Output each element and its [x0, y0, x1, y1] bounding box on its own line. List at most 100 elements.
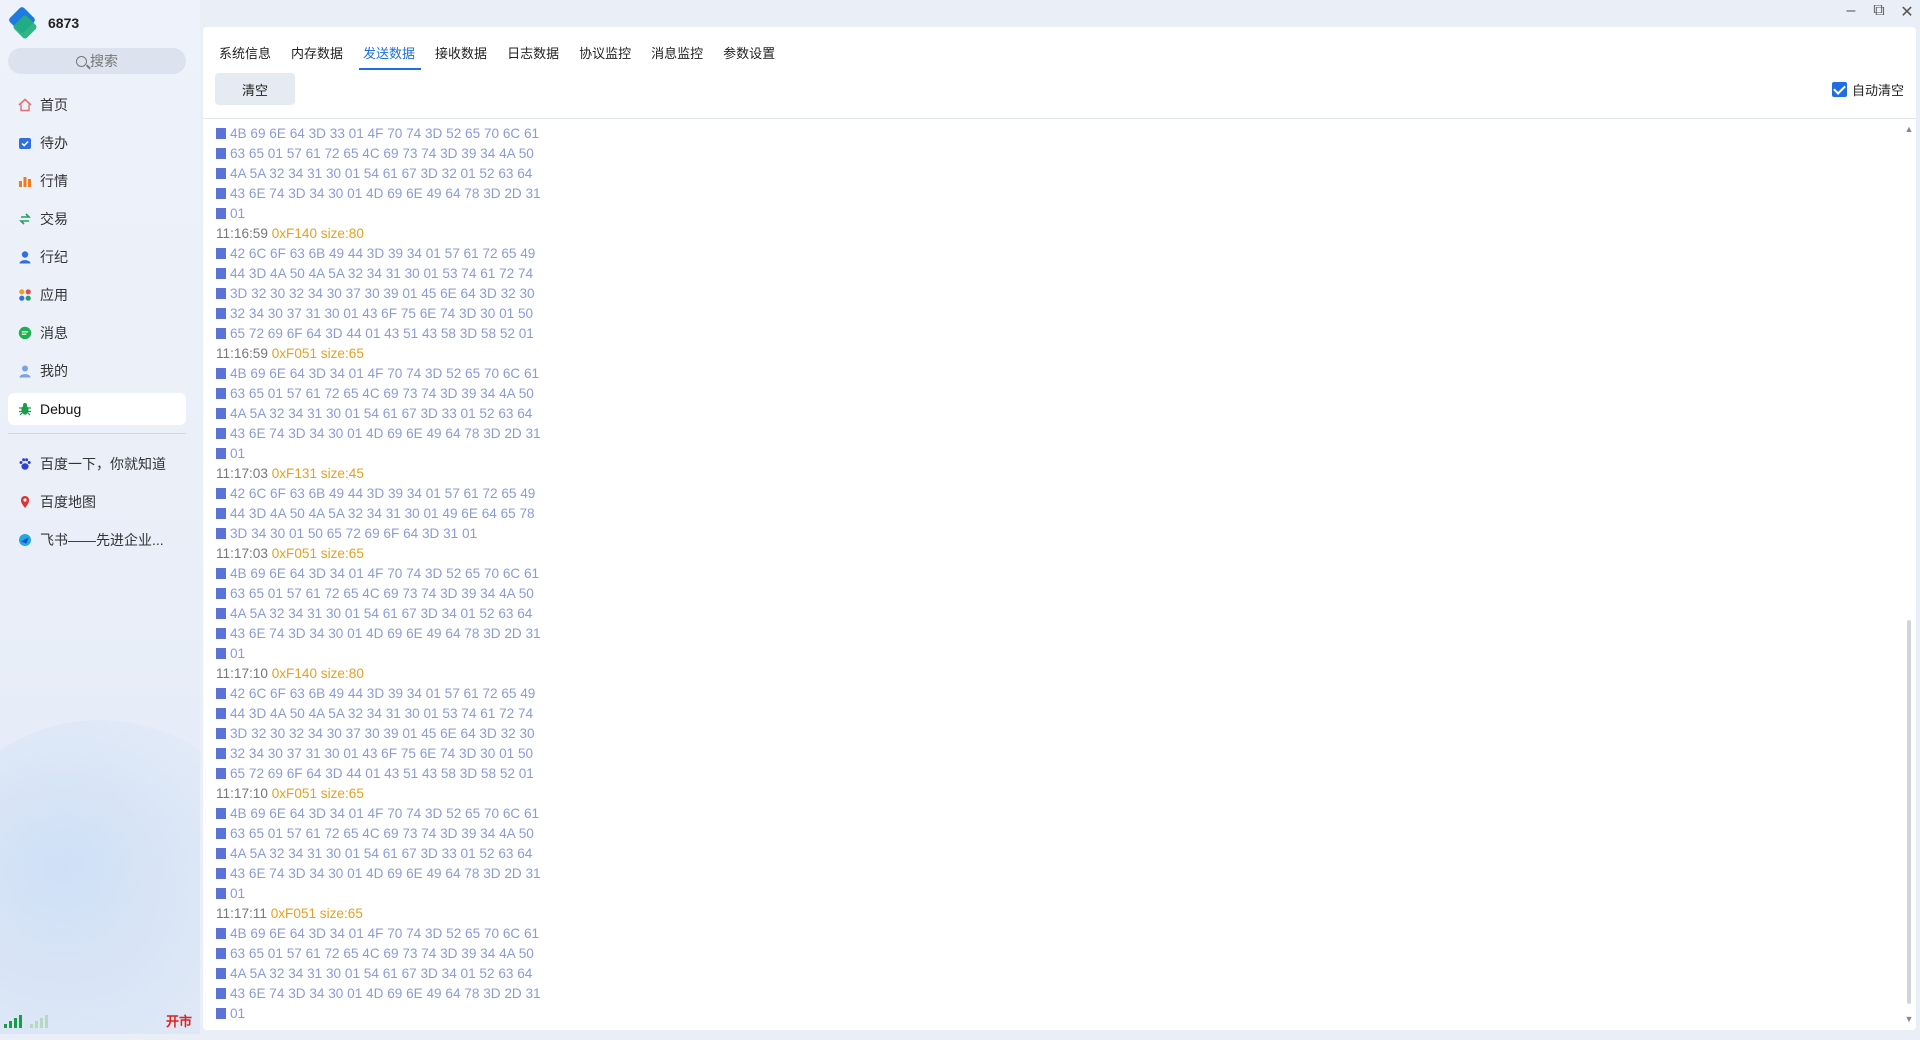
- hex-bytes: 4A 5A 32 34 31 30 01 54 61 67 3D 34 01 5…: [230, 966, 533, 981]
- hex-bytes: 43 6E 74 3D 34 30 01 4D 69 6E 49 64 78 3…: [230, 986, 541, 1001]
- hex-marker-icon: [216, 728, 226, 739]
- hex-bytes: 43 6E 74 3D 34 30 01 4D 69 6E 49 64 78 3…: [230, 426, 541, 441]
- shortcut-label: 飞书——先进企业...: [40, 532, 164, 548]
- sidebar-nav: 首页 待办 行情 交易 行纪 应用 消息 我的 Debug 百度一下，你就知道 …: [8, 89, 186, 562]
- hex-bytes: 65 72 69 6F 64 3D 44 01 43 51 43 58 3D 5…: [230, 326, 534, 341]
- hex-line: 4A 5A 32 34 31 30 01 54 61 67 3D 33 01 5…: [216, 844, 1896, 864]
- shortcut-baidu[interactable]: 百度一下，你就知道: [8, 448, 186, 480]
- shortcut-feishu[interactable]: 飞书——先进企业...: [8, 524, 186, 556]
- search-box[interactable]: 搜索: [8, 48, 186, 74]
- window-controls: – ⧉ ✕: [1844, 2, 1914, 22]
- packet-time: 11:16:59: [216, 346, 272, 361]
- hex-marker-icon: [216, 648, 226, 659]
- apps-icon: [18, 288, 32, 302]
- close-icon[interactable]: ✕: [1900, 2, 1914, 22]
- sidebar-item-label: 应用: [40, 287, 68, 303]
- hex-line: 43 6E 74 3D 34 30 01 4D 69 6E 49 64 78 3…: [216, 424, 1896, 444]
- market-icon: [18, 174, 32, 188]
- hex-line: 44 3D 4A 50 4A 5A 32 34 31 30 01 53 74 6…: [216, 264, 1896, 284]
- hex-line: 43 6E 74 3D 34 30 01 4D 69 6E 49 64 78 3…: [216, 864, 1896, 884]
- hex-bytes: 65 72 69 6F 64 3D 44 01 43 51 43 58 3D 5…: [230, 766, 534, 781]
- hex-line: 42 6C 6F 63 6B 49 44 3D 39 34 01 57 61 7…: [216, 684, 1896, 704]
- packet-header: 11:17:03 0xF051 size:65: [216, 544, 1896, 564]
- packet-time: 11:17:11: [216, 906, 271, 921]
- shortcut-baidu-map[interactable]: 百度地图: [8, 486, 186, 518]
- packet-header: 11:17:03 0xF131 size:45: [216, 464, 1896, 484]
- sidebar-decoration: [0, 720, 200, 1040]
- hex-bytes: 43 6E 74 3D 34 30 01 4D 69 6E 49 64 78 3…: [230, 866, 541, 881]
- auto-clear-toggle[interactable]: 自动清空: [1831, 80, 1904, 99]
- hex-bytes: 4A 5A 32 34 31 30 01 54 61 67 3D 33 01 5…: [230, 406, 533, 421]
- tab-memory-data[interactable]: 内存数据: [287, 35, 353, 70]
- hex-bytes: 3D 32 30 32 34 30 37 30 39 01 45 6E 64 3…: [230, 286, 535, 301]
- tab-system-info[interactable]: 系统信息: [215, 35, 281, 70]
- hex-bytes: 63 65 01 57 61 72 65 4C 69 73 74 3D 39 3…: [230, 386, 534, 401]
- hex-line: 43 6E 74 3D 34 30 01 4D 69 6E 49 64 78 3…: [216, 184, 1896, 204]
- tab-protocol-monitor[interactable]: 协议监控: [575, 35, 641, 70]
- minimize-icon[interactable]: –: [1844, 2, 1858, 22]
- sidebar-item-label: 消息: [40, 325, 68, 341]
- hex-line: 4A 5A 32 34 31 30 01 54 61 67 3D 32 01 5…: [216, 164, 1896, 184]
- sidebar-item-person[interactable]: 行纪: [8, 241, 186, 273]
- hex-bytes: 42 6C 6F 63 6B 49 44 3D 39 34 01 57 61 7…: [230, 486, 536, 501]
- packet-header: 11:16:59 0xF051 size:65: [216, 344, 1896, 364]
- scroll-down-icon[interactable]: ▼: [1904, 1014, 1914, 1024]
- feishu-icon: [18, 533, 32, 547]
- sidebar-item-market[interactable]: 行情: [8, 165, 186, 197]
- sidebar-item-debug[interactable]: Debug: [8, 393, 186, 425]
- auto-clear-checkbox[interactable]: [1831, 82, 1847, 97]
- packet-time: 11:17:10: [216, 666, 272, 681]
- tab-log-data[interactable]: 日志数据: [503, 35, 569, 70]
- sidebar-item-apps[interactable]: 应用: [8, 279, 186, 311]
- scroll-up-icon[interactable]: ▲: [1904, 124, 1914, 134]
- hex-marker-icon: [216, 808, 226, 819]
- map-pin-icon: [18, 495, 32, 509]
- hex-marker-icon: [216, 848, 226, 859]
- user-icon: [18, 364, 32, 378]
- tab-send-data[interactable]: 发送数据: [359, 35, 425, 70]
- sidebar-item-message[interactable]: 消息: [8, 317, 186, 349]
- tab-message-monitor[interactable]: 消息监控: [647, 35, 713, 70]
- hex-line: 44 3D 4A 50 4A 5A 32 34 31 30 01 53 74 6…: [216, 704, 1896, 724]
- hex-bytes: 63 65 01 57 61 72 65 4C 69 73 74 3D 39 3…: [230, 146, 534, 161]
- log-scrollbar[interactable]: ▲ ▼: [1904, 124, 1914, 1024]
- app-header: 6873: [7, 5, 80, 40]
- hex-bytes: 63 65 01 57 61 72 65 4C 69 73 74 3D 39 3…: [230, 586, 534, 601]
- hex-bytes: 4B 69 6E 64 3D 34 01 4F 70 74 3D 52 65 7…: [230, 566, 540, 581]
- hex-line: 3D 32 30 32 34 30 37 30 39 01 45 6E 64 3…: [216, 724, 1896, 744]
- hex-bytes: 4A 5A 32 34 31 30 01 54 61 67 3D 34 01 5…: [230, 606, 533, 621]
- sidebar-item-trade[interactable]: 交易: [8, 203, 186, 235]
- hex-marker-icon: [216, 128, 226, 139]
- toolbar-divider: [203, 118, 1916, 119]
- bug-icon: [18, 402, 32, 416]
- tab-receive-data[interactable]: 接收数据: [431, 35, 497, 70]
- hex-bytes: 44 3D 4A 50 4A 5A 32 34 31 30 01 49 6E 6…: [230, 506, 535, 521]
- send-data-log[interactable]: 4B 69 6E 64 3D 33 01 4F 70 74 3D 52 65 7…: [216, 124, 1896, 1024]
- hex-marker-icon: [216, 248, 226, 259]
- signal-weak-icon: [30, 1015, 48, 1028]
- hex-bytes: 01: [230, 1006, 246, 1021]
- restore-icon[interactable]: ⧉: [1872, 2, 1886, 22]
- sidebar-item-todo[interactable]: 待办: [8, 127, 186, 159]
- debug-panel: 系统信息 内存数据 发送数据 接收数据 日志数据 协议监控 消息监控 参数设置 …: [203, 27, 1916, 1030]
- clear-button[interactable]: 清空: [215, 73, 295, 105]
- hex-marker-icon: [216, 308, 226, 319]
- debug-tabs: 系统信息 内存数据 发送数据 接收数据 日志数据 协议监控 消息监控 参数设置: [215, 35, 791, 70]
- shortcut-label: 百度地图: [40, 494, 96, 510]
- hex-line: 43 6E 74 3D 34 30 01 4D 69 6E 49 64 78 3…: [216, 624, 1896, 644]
- hex-bytes: 01: [230, 646, 246, 661]
- packet-time: 11:17:03: [216, 546, 272, 561]
- hex-bytes: 43 6E 74 3D 34 30 01 4D 69 6E 49 64 78 3…: [230, 626, 541, 641]
- hex-line: 4A 5A 32 34 31 30 01 54 61 67 3D 34 01 5…: [216, 964, 1896, 984]
- sidebar-item-home[interactable]: 首页: [8, 89, 186, 121]
- tab-settings[interactable]: 参数设置: [719, 35, 785, 70]
- sidebar-item-label: 我的: [40, 363, 68, 379]
- app-title: 6873: [48, 15, 80, 31]
- sidebar-item-mine[interactable]: 我的: [8, 355, 186, 387]
- scrollbar-thumb[interactable]: [1907, 620, 1911, 1004]
- hex-marker-icon: [216, 208, 226, 219]
- hex-line: 01: [216, 1004, 1896, 1024]
- hex-bytes: 43 6E 74 3D 34 30 01 4D 69 6E 49 64 78 3…: [230, 186, 541, 201]
- hex-marker-icon: [216, 948, 226, 959]
- packet-info: 0xF051 size:65: [271, 346, 364, 361]
